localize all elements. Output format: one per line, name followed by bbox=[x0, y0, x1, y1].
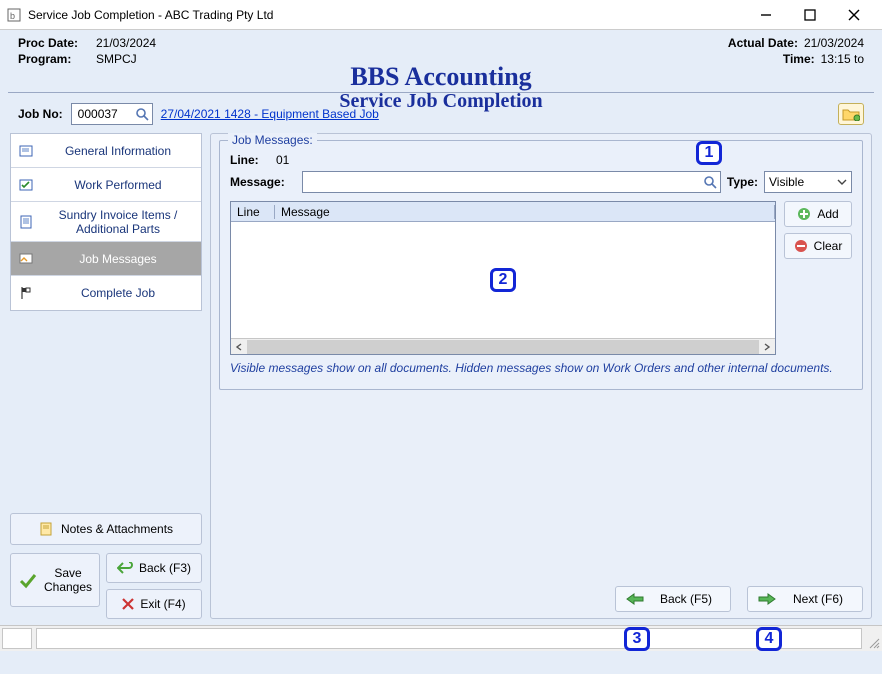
program-value: SMPCJ bbox=[96, 52, 137, 66]
back-f5-label: Back (F5) bbox=[652, 592, 720, 606]
sidebar-item-label: Job Messages bbox=[41, 252, 195, 266]
clear-button[interactable]: Clear bbox=[784, 233, 852, 259]
save-changes-button[interactable]: Save Changes bbox=[10, 553, 100, 607]
job-no-input-wrap bbox=[71, 103, 153, 125]
window-close-button[interactable] bbox=[832, 1, 876, 29]
plus-icon bbox=[797, 207, 811, 221]
sidebar-item-sundry-invoice[interactable]: Sundry Invoice Items / Additional Parts bbox=[11, 202, 201, 242]
window-title: Service Job Completion - ABC Trading Pty… bbox=[28, 8, 744, 22]
back-f3-label: Back (F3) bbox=[139, 561, 191, 575]
arrow-left-icon bbox=[626, 593, 644, 605]
scroll-right-icon[interactable] bbox=[759, 340, 775, 354]
back-f5-button[interactable]: Back (F5) bbox=[615, 586, 731, 612]
app-icon: b bbox=[6, 7, 22, 23]
hint-text: Visible messages show on all documents. … bbox=[230, 361, 852, 375]
brand-title: BBS Accounting bbox=[0, 62, 882, 92]
sidebar-item-label: Complete Job bbox=[41, 286, 195, 300]
sidebar-item-complete-job[interactable]: Complete Job bbox=[11, 276, 201, 310]
add-label: Add bbox=[817, 207, 838, 221]
actual-date-value: 21/03/2024 bbox=[804, 36, 864, 50]
chevron-down-icon bbox=[837, 179, 847, 185]
type-select[interactable]: Visible bbox=[764, 171, 852, 193]
back-arrow-icon bbox=[117, 562, 133, 574]
folder-button[interactable] bbox=[838, 103, 864, 125]
message-label: Message: bbox=[230, 175, 296, 189]
sidebar-nav: General Information Work Performed Sundr… bbox=[10, 133, 202, 311]
close-icon bbox=[122, 598, 134, 610]
line-label: Line: bbox=[230, 153, 270, 167]
window-maximize-button[interactable] bbox=[788, 1, 832, 29]
search-icon[interactable] bbox=[702, 174, 718, 190]
clear-label: Clear bbox=[814, 239, 843, 253]
back-f3-button[interactable]: Back (F3) bbox=[106, 553, 202, 583]
grid-hscrollbar[interactable] bbox=[231, 338, 775, 354]
window-minimize-button[interactable] bbox=[744, 1, 788, 29]
notes-attachments-label: Notes & Attachments bbox=[61, 522, 173, 536]
message-icon bbox=[17, 252, 35, 266]
sidebar-item-label: General Information bbox=[41, 144, 195, 158]
next-f6-label: Next (F6) bbox=[784, 592, 852, 606]
scroll-left-icon[interactable] bbox=[231, 340, 247, 354]
time-label: Time: bbox=[735, 52, 815, 66]
col-line-header[interactable]: Line bbox=[231, 205, 275, 219]
type-label: Type: bbox=[727, 175, 758, 189]
callout-3: 3 bbox=[624, 627, 650, 651]
messages-grid: Line Message 2 bbox=[230, 201, 776, 355]
job-link[interactable]: 27/04/2021 1428 - Equipment Based Job bbox=[161, 107, 379, 121]
grid-body[interactable]: 2 bbox=[231, 222, 775, 338]
col-message-header[interactable]: Message bbox=[275, 205, 775, 219]
callout-2: 2 bbox=[490, 268, 516, 292]
add-button[interactable]: Add bbox=[784, 201, 852, 227]
message-input-wrap bbox=[302, 171, 721, 193]
type-value: Visible bbox=[769, 175, 804, 189]
fieldset-legend: Job Messages: bbox=[228, 133, 317, 147]
search-icon[interactable] bbox=[134, 106, 150, 122]
info-icon bbox=[17, 144, 35, 158]
actual-date-label: Actual Date: bbox=[718, 36, 798, 50]
arrow-right-icon bbox=[758, 593, 776, 605]
next-f6-button[interactable]: Next (F6) bbox=[747, 586, 863, 612]
proc-date-label: Proc Date: bbox=[18, 36, 90, 50]
resize-grip-icon[interactable] bbox=[864, 626, 882, 651]
grid-header: Line Message bbox=[231, 202, 775, 222]
notes-attachments-button[interactable]: Notes & Attachments bbox=[10, 513, 202, 545]
check-icon bbox=[18, 570, 38, 590]
window-titlebar: b Service Job Completion - ABC Trading P… bbox=[0, 0, 882, 30]
sidebar-item-general-information[interactable]: General Information bbox=[11, 134, 201, 168]
sidebar-item-work-performed[interactable]: Work Performed bbox=[11, 168, 201, 202]
exit-f4-button[interactable]: Exit (F4) bbox=[106, 589, 202, 619]
status-bar bbox=[0, 625, 882, 651]
main-panel: Job Messages: Line: 01 Message: Type: Vi… bbox=[210, 133, 872, 619]
svg-text:b: b bbox=[10, 11, 15, 21]
job-no-input[interactable] bbox=[76, 106, 134, 122]
line-value: 01 bbox=[276, 153, 289, 167]
sidebar-item-label: Work Performed bbox=[41, 178, 195, 192]
proc-date-value: 21/03/2024 bbox=[96, 36, 156, 50]
time-value: 13:15 to bbox=[821, 52, 864, 66]
exit-f4-label: Exit (F4) bbox=[140, 597, 185, 611]
program-label: Program: bbox=[18, 52, 90, 66]
status-cell bbox=[2, 628, 32, 649]
callout-1: 1 bbox=[696, 141, 722, 165]
job-row: Job No: 27/04/2021 1428 - Equipment Base… bbox=[0, 93, 882, 133]
job-no-label: Job No: bbox=[18, 107, 63, 121]
notes-icon bbox=[39, 522, 53, 536]
minus-icon bbox=[794, 239, 808, 253]
sidebar-item-label: Sundry Invoice Items / Additional Parts bbox=[41, 208, 195, 236]
save-changes-label: Save Changes bbox=[44, 566, 92, 594]
sidebar-item-job-messages[interactable]: Job Messages bbox=[11, 242, 201, 276]
work-icon bbox=[17, 178, 35, 192]
callout-4: 4 bbox=[756, 627, 782, 651]
status-cell bbox=[36, 628, 862, 649]
flag-icon bbox=[17, 286, 35, 300]
job-messages-fieldset: Job Messages: Line: 01 Message: Type: Vi… bbox=[219, 140, 863, 390]
invoice-icon bbox=[17, 215, 35, 229]
scroll-track[interactable] bbox=[247, 340, 759, 354]
message-input[interactable] bbox=[305, 175, 702, 189]
